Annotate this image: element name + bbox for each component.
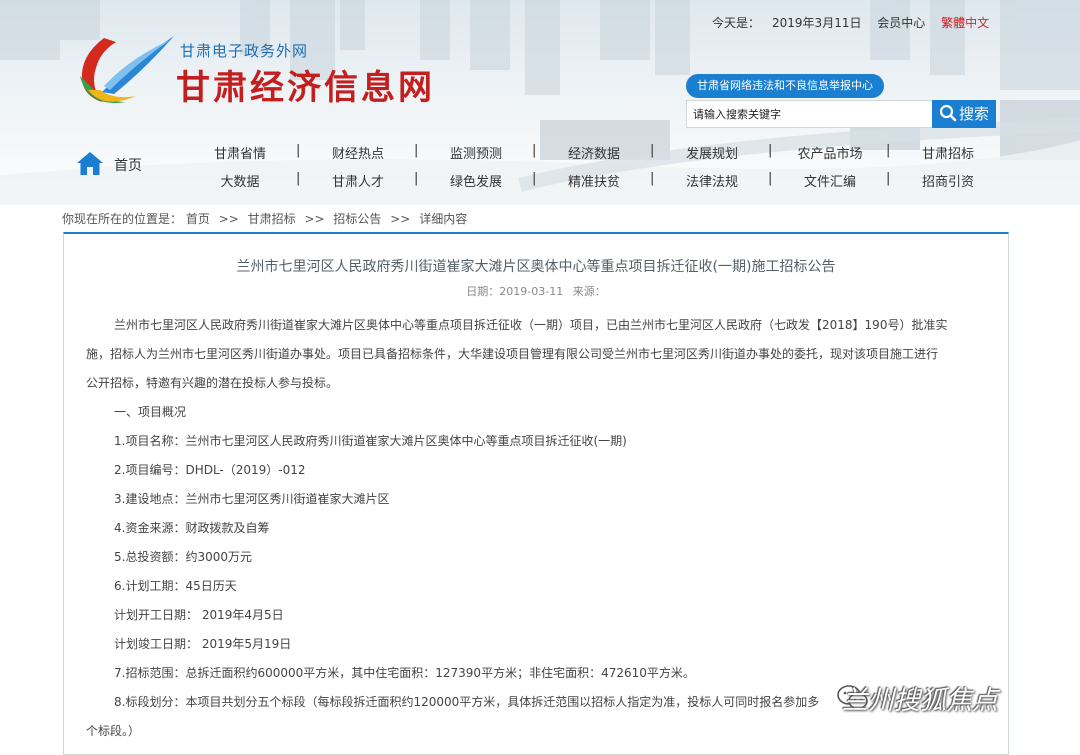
date-label: 今天是： <box>712 16 761 30</box>
nav-separator: | <box>532 143 537 158</box>
breadcrumb: 你现在所在的位置是： 首页 >> 甘肃招标 >> 招标公告 >> 详细内容 <box>62 210 467 227</box>
breadcrumb-item-details: 详细内容 <box>419 212 468 226</box>
article-paragraph: 公开招标，特邀有兴趣的潜在投标人参与投标。 <box>86 376 339 390</box>
nav-item-finance-hot[interactable]: 财经热点 <box>308 143 408 162</box>
article-title: 兰州市七里河区人民政府秀川街道崔家大滩片区奥体中心等重点项目拆迁征收(一期)施工… <box>236 259 836 275</box>
breadcrumb-item-home[interactable]: 首页 <box>186 212 210 226</box>
nav-item-monitoring[interactable]: 监测预测 <box>426 143 526 162</box>
search-button[interactable]: 搜索 <box>932 100 996 128</box>
planned-end-date: 计划竣工日期： 2019年5月19日 <box>114 637 292 651</box>
funding-source: 4.资金来源：财政拨款及自筹 <box>114 521 270 535</box>
nav-item-poverty-relief[interactable]: 精准扶贫 <box>544 171 644 190</box>
search-input[interactable] <box>686 100 934 128</box>
nav-item-gansu-bidding[interactable]: 甘肃招标 <box>898 143 998 162</box>
breadcrumb-item-bid-notices[interactable]: 招标公告 <box>333 212 381 226</box>
lot-division: 8.标段划分：本项目共划分五个标段（每标段拆迁面积约120000平方米，具体拆迁… <box>114 695 820 709</box>
member-center-link[interactable]: 会员中心 <box>877 16 925 30</box>
article-paragraph: 兰州市七里河区人民政府秀川街道崔家大滩片区奥体中心等重点项目拆迁征收（一期）项目… <box>114 318 948 332</box>
breadcrumb-separator: >> <box>390 212 411 226</box>
logo-subtitle: 甘肃电子政务外网 <box>180 42 309 60</box>
article-meta: 日期：2019-03-11 来源： <box>64 283 1008 299</box>
nav-separator: | <box>886 171 891 186</box>
breadcrumb-prefix: 你现在所在的位置是： <box>62 212 183 226</box>
page-header: 今天是： 2019年3月11日 会员中心 繁體中文 甘肃电子政务外网 甘肃经济信息… <box>0 0 1080 205</box>
lang-traditional-link[interactable]: 繁體 <box>941 16 965 30</box>
search-bar: 搜索 <box>686 100 996 128</box>
nav-item-documents[interactable]: 文件汇编 <box>780 171 880 190</box>
planned-duration: 6.计划工期：45日历天 <box>114 579 237 593</box>
article-date-label: 日期： <box>466 285 500 298</box>
planned-start-date: 计划开工日期： 2019年4月5日 <box>114 608 284 622</box>
nav-separator: | <box>886 143 891 158</box>
current-date: 2019年3月11日 <box>772 16 862 30</box>
breadcrumb-separator: >> <box>304 212 325 226</box>
nav-separator: | <box>768 143 773 158</box>
search-button-label: 搜索 <box>958 105 989 123</box>
logo-title[interactable]: 甘肃经济信息网 <box>176 60 435 109</box>
nav-separator: | <box>296 171 301 186</box>
lang-simplified-link[interactable]: 中文 <box>965 16 989 30</box>
nav-item-talent[interactable]: 甘肃人才 <box>308 171 408 190</box>
total-investment: 5.总投资额：约3000万元 <box>114 550 252 564</box>
article-paragraph: 施，招标人为兰州市七里河区秀川街道办事处。项目已具备招标条件，大华建设项目管理有… <box>86 347 939 361</box>
nav-separator: | <box>414 143 419 158</box>
breadcrumb-separator: >> <box>218 212 239 226</box>
article-paragraph: 个标段。） <box>86 724 141 738</box>
search-icon <box>939 104 957 122</box>
nav-home[interactable]: 首页 <box>114 155 142 175</box>
nav-separator: | <box>414 171 419 186</box>
project-location: 3.建设地点：兰州市七里河区秀川街道崔家大滩片区 <box>114 492 390 506</box>
report-center-button[interactable]: 甘肃省网络违法和不良信息举报中心 <box>686 74 884 98</box>
nav-item-green-dev[interactable]: 绿色发展 <box>426 171 526 190</box>
project-number: 2.项目编号：DHDL-（2019）-012 <box>114 463 306 477</box>
project-name: 1.项目名称：兰州市七里河区人民政府秀川街道崔家大滩片区奥体中心等重点项目拆迁征… <box>114 434 627 448</box>
nav-separator: | <box>296 143 301 158</box>
nav-item-economic-data[interactable]: 经济数据 <box>544 143 644 162</box>
nav-item-laws[interactable]: 法律法规 <box>662 171 762 190</box>
nav-item-planning[interactable]: 发展规划 <box>662 143 762 162</box>
home-icon[interactable] <box>76 150 104 176</box>
section-heading: 一、项目概况 <box>114 405 187 419</box>
nav-separator: | <box>768 171 773 186</box>
nav-separator: | <box>650 171 655 186</box>
article-source-label: 来源： <box>572 285 606 298</box>
breadcrumb-item-gansu-bidding[interactable]: 甘肃招标 <box>248 212 296 226</box>
nav-item-investment[interactable]: 招商引资 <box>898 171 998 190</box>
nav-item-agri-market[interactable]: 农产品市场 <box>780 143 880 162</box>
nav-item-big-data[interactable]: 大数据 <box>190 171 290 190</box>
bid-scope: 7.招标范围：总拆迁面积约600000平方米，其中住宅面积：127390平方米；… <box>114 666 695 680</box>
site-logo-icon[interactable] <box>74 30 178 110</box>
nav-separator: | <box>532 171 537 186</box>
top-info-bar: 今天是： 2019年3月11日 会员中心 繁體中文 <box>712 14 989 31</box>
article-panel: 兰州市七里河区人民政府秀川街道崔家大滩片区奥体中心等重点项目拆迁征收(一期)施工… <box>63 232 1009 755</box>
watermark: 兰州搜狐焦点 <box>842 686 999 716</box>
nav-separator: | <box>650 143 655 158</box>
article-date: 2019-03-11 <box>499 285 564 298</box>
nav-item-gansu-info[interactable]: 甘肃省情 <box>190 143 290 162</box>
